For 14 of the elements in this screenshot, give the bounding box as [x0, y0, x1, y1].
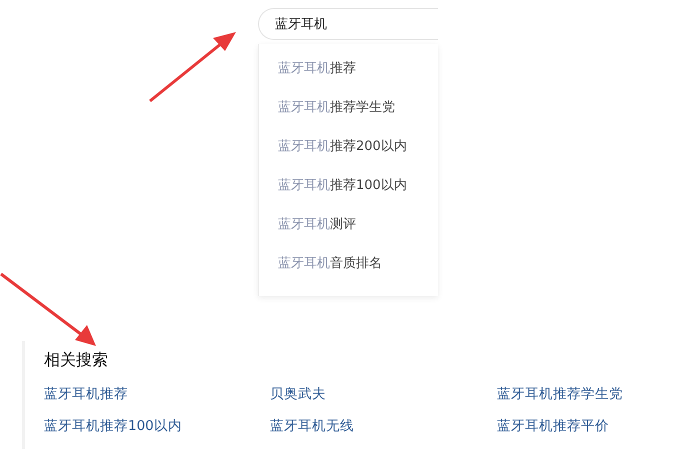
related-search-link[interactable]: 蓝牙耳机推荐100以内	[44, 415, 182, 437]
suggestion-item[interactable]: 蓝牙耳机推荐100以内	[259, 173, 438, 212]
search-field[interactable]: 蓝牙耳机	[258, 8, 438, 40]
related-search-link[interactable]: 贝奥武夫	[270, 383, 326, 405]
suggestion-item[interactable]: 蓝牙耳机测评	[259, 212, 438, 251]
suggestion-item[interactable]: 蓝牙耳机音质排名	[259, 251, 438, 290]
related-search-link[interactable]: 蓝牙耳机推荐学生党	[497, 383, 623, 405]
suggestion-item[interactable]: 蓝牙耳机推荐	[259, 56, 438, 95]
related-search-link[interactable]: 蓝牙耳机推荐	[44, 383, 128, 405]
suggestion-item[interactable]: 蓝牙耳机推荐200以内	[259, 134, 438, 173]
section-title: 相关搜索	[44, 349, 108, 371]
related-search-link[interactable]: 蓝牙耳机推荐平价	[497, 415, 609, 437]
suggestion-item[interactable]: 蓝牙耳机推荐学生党	[259, 95, 438, 134]
related-search-link[interactable]: 蓝牙耳机无线	[270, 415, 354, 437]
